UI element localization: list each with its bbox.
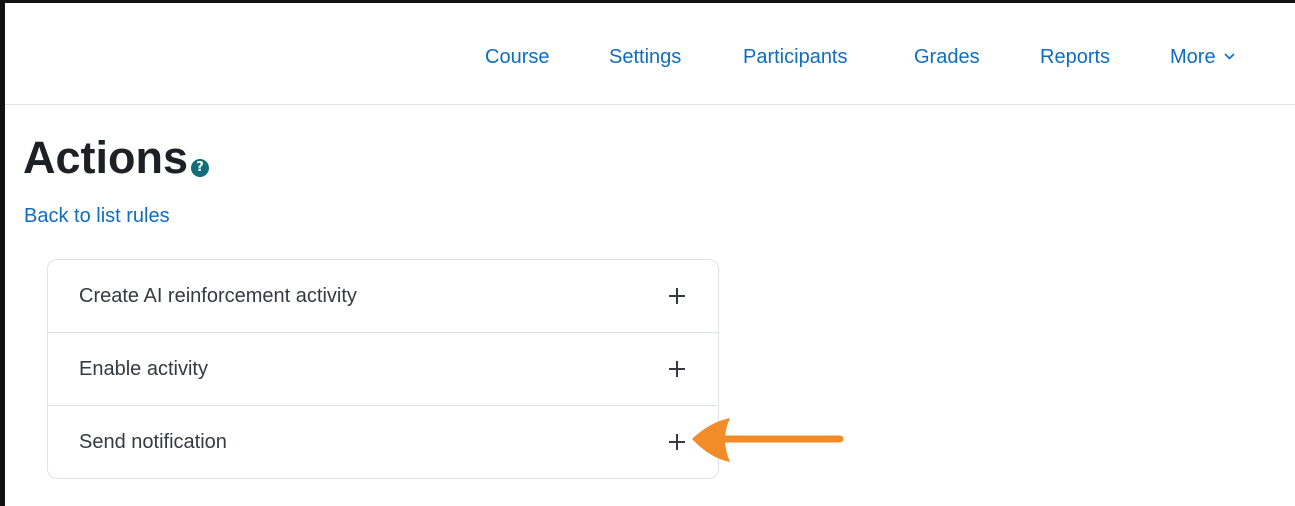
actions-list: Create AI reinforcement activity Enable … — [47, 259, 719, 479]
plus-icon[interactable] — [666, 431, 688, 453]
action-item-send-notification[interactable]: Send notification — [48, 406, 718, 478]
action-label: Create AI reinforcement activity — [79, 285, 357, 307]
plus-icon[interactable] — [666, 285, 688, 307]
nav-more-dropdown[interactable]: More — [1170, 45, 1235, 69]
nav-reports[interactable]: Reports — [1040, 45, 1110, 69]
plus-icon[interactable] — [666, 358, 688, 380]
nav-course[interactable]: Course — [485, 45, 549, 69]
arrow-left-icon — [692, 418, 844, 462]
nav-grades[interactable]: Grades — [914, 45, 980, 69]
page-title-text: Actions — [23, 132, 189, 183]
action-item-enable-activity[interactable]: Enable activity — [48, 333, 718, 406]
chevron-down-icon — [1224, 52, 1235, 60]
back-to-list-rules-link[interactable]: Back to list rules — [24, 204, 170, 228]
secondary-navigation: Course Settings Participants Grades Repo… — [5, 3, 1295, 105]
action-item-create-ai-reinforcement[interactable]: Create AI reinforcement activity — [48, 260, 718, 333]
page-title: Actions ? — [23, 128, 210, 188]
nav-participants[interactable]: Participants — [743, 45, 848, 69]
question-circle-icon[interactable]: ? — [191, 159, 210, 177]
action-label: Send notification — [79, 431, 227, 453]
nav-more-label: More — [1170, 46, 1216, 68]
action-label: Enable activity — [79, 358, 208, 380]
nav-settings[interactable]: Settings — [609, 45, 681, 69]
